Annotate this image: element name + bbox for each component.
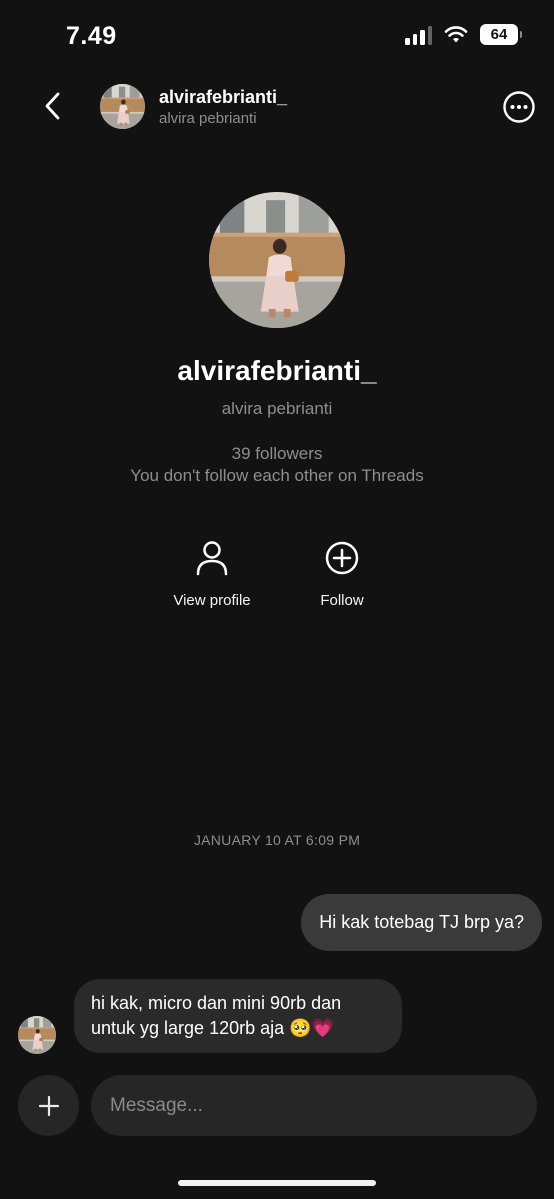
followers-count: 39 followers (231, 444, 323, 463)
plus-icon (38, 1095, 59, 1116)
profile-username: alvirafebrianti_ (177, 355, 377, 386)
back-arrow-icon (45, 92, 60, 120)
home-indicator[interactable] (178, 1180, 376, 1186)
status-time: 7.49 (66, 22, 117, 50)
more-options-button[interactable] (502, 90, 536, 124)
view-profile-label: View profile (173, 592, 251, 609)
add-attachment-button[interactable] (18, 1075, 79, 1136)
back-button[interactable] (34, 88, 70, 124)
follow-status-note: You don't follow each other on Threads (130, 466, 424, 485)
wifi-icon (444, 26, 468, 43)
header-display-name: alvira pebrianti (159, 110, 257, 127)
message-input[interactable] (91, 1075, 537, 1136)
status-icons: 64 (405, 24, 522, 45)
header-username[interactable]: alvirafebrianti_ (159, 87, 287, 108)
more-options-icon (503, 91, 535, 123)
header-avatar[interactable] (100, 84, 145, 129)
message-timestamp: JANUARY 10 AT 6:09 PM (193, 832, 361, 848)
battery-icon: 64 (480, 24, 522, 45)
follow-label: Follow (320, 592, 364, 609)
outgoing-message[interactable]: Hi kak totebag TJ brp ya? (301, 894, 542, 951)
battery-level: 64 (490, 26, 508, 43)
follow-button[interactable]: Follow (287, 540, 397, 609)
person-icon (196, 541, 228, 576)
sender-avatar[interactable] (18, 1016, 56, 1054)
plus-circle-icon (325, 541, 359, 575)
signal-icon (405, 25, 432, 45)
view-profile-button[interactable]: View profile (157, 540, 267, 609)
profile-avatar[interactable] (209, 192, 345, 328)
incoming-message[interactable]: hi kak, micro dan mini 90rb dan untuk yg… (74, 979, 402, 1053)
profile-display-name: alvira pebrianti (221, 399, 333, 418)
